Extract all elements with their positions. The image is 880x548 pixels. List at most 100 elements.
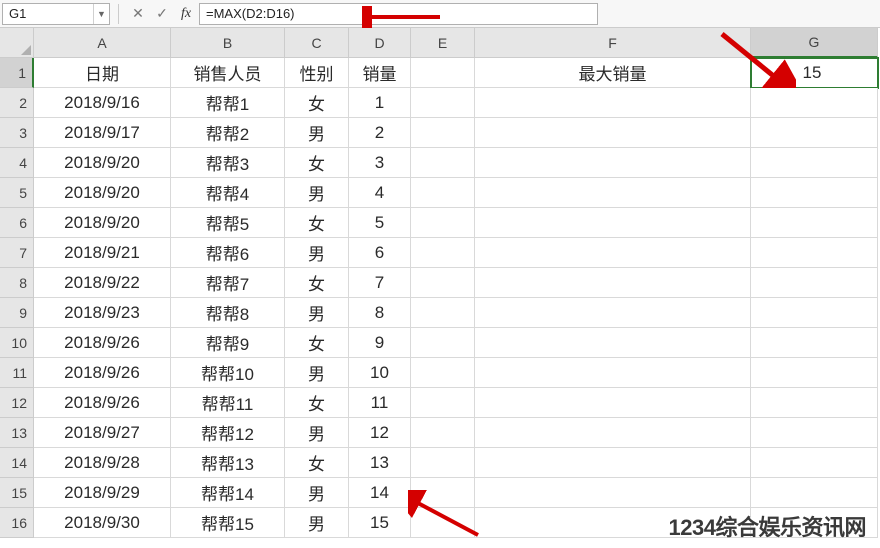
- cell[interactable]: 帮帮11: [171, 388, 285, 418]
- cell[interactable]: [411, 358, 475, 388]
- cell[interactable]: 帮帮12: [171, 418, 285, 448]
- row-header[interactable]: 7: [0, 238, 34, 268]
- cell[interactable]: 女: [285, 268, 349, 298]
- cell[interactable]: 4: [349, 178, 411, 208]
- column-header[interactable]: E: [411, 28, 475, 58]
- cell[interactable]: 2018/9/23: [34, 298, 171, 328]
- cell[interactable]: [475, 208, 751, 238]
- cell[interactable]: 最大销量: [475, 58, 751, 88]
- enter-icon[interactable]: ✓: [151, 3, 173, 25]
- row-header[interactable]: 9: [0, 298, 34, 328]
- row-header[interactable]: 16: [0, 508, 34, 538]
- cell[interactable]: 帮帮2: [171, 118, 285, 148]
- cell[interactable]: [751, 448, 878, 478]
- cell[interactable]: 1: [349, 88, 411, 118]
- cell[interactable]: [751, 298, 878, 328]
- cell[interactable]: 9: [349, 328, 411, 358]
- cell[interactable]: [751, 358, 878, 388]
- row-header[interactable]: 13: [0, 418, 34, 448]
- cell[interactable]: [411, 178, 475, 208]
- cell[interactable]: [751, 388, 878, 418]
- cell[interactable]: [411, 208, 475, 238]
- cell[interactable]: [411, 268, 475, 298]
- cell[interactable]: 2018/9/26: [34, 328, 171, 358]
- cell[interactable]: 帮帮8: [171, 298, 285, 328]
- row-header[interactable]: 2: [0, 88, 34, 118]
- cell[interactable]: [475, 328, 751, 358]
- cell[interactable]: 性别: [285, 58, 349, 88]
- cell[interactable]: [475, 148, 751, 178]
- cell[interactable]: [411, 418, 475, 448]
- cell[interactable]: [751, 148, 878, 178]
- cell[interactable]: 帮帮10: [171, 358, 285, 388]
- cell[interactable]: 男: [285, 418, 349, 448]
- cell[interactable]: 14: [349, 478, 411, 508]
- cell[interactable]: 日期: [34, 58, 171, 88]
- cell[interactable]: [475, 118, 751, 148]
- cell[interactable]: [751, 118, 878, 148]
- chevron-down-icon[interactable]: ▼: [93, 4, 109, 24]
- cell[interactable]: [475, 478, 751, 508]
- row-header[interactable]: 10: [0, 328, 34, 358]
- cell[interactable]: 12: [349, 418, 411, 448]
- cell[interactable]: 2018/9/28: [34, 448, 171, 478]
- cell[interactable]: 帮帮7: [171, 268, 285, 298]
- cell[interactable]: [475, 298, 751, 328]
- cell[interactable]: [475, 268, 751, 298]
- cell[interactable]: 15: [349, 508, 411, 538]
- cell[interactable]: 男: [285, 178, 349, 208]
- selected-cell[interactable]: 15: [751, 58, 878, 88]
- column-header[interactable]: G: [751, 28, 878, 58]
- cell[interactable]: [411, 238, 475, 268]
- cell[interactable]: [751, 418, 878, 448]
- formula-input[interactable]: =MAX(D2:D16): [199, 3, 598, 25]
- cell[interactable]: 男: [285, 358, 349, 388]
- cell[interactable]: [411, 478, 475, 508]
- cell[interactable]: 7: [349, 268, 411, 298]
- cell[interactable]: [475, 178, 751, 208]
- column-header[interactable]: A: [34, 28, 171, 58]
- cell[interactable]: 女: [285, 448, 349, 478]
- cell[interactable]: 8: [349, 298, 411, 328]
- cell[interactable]: 13: [349, 448, 411, 478]
- cell[interactable]: 女: [285, 88, 349, 118]
- cell[interactable]: [475, 238, 751, 268]
- cell[interactable]: [411, 388, 475, 418]
- row-header[interactable]: 3: [0, 118, 34, 148]
- row-header[interactable]: 11: [0, 358, 34, 388]
- cell[interactable]: [475, 358, 751, 388]
- cell[interactable]: [751, 478, 878, 508]
- cell[interactable]: [411, 508, 475, 538]
- cell[interactable]: 2018/9/16: [34, 88, 171, 118]
- cell[interactable]: [411, 88, 475, 118]
- cell[interactable]: [411, 118, 475, 148]
- cell[interactable]: 2018/9/30: [34, 508, 171, 538]
- row-header[interactable]: 14: [0, 448, 34, 478]
- cell[interactable]: 帮帮14: [171, 478, 285, 508]
- cell[interactable]: 帮帮3: [171, 148, 285, 178]
- cell[interactable]: 2018/9/26: [34, 358, 171, 388]
- cell[interactable]: 帮帮1: [171, 88, 285, 118]
- cell[interactable]: 帮帮15: [171, 508, 285, 538]
- cell[interactable]: [411, 328, 475, 358]
- spreadsheet-grid[interactable]: ABCDEFG1日期销售人员性别销量最大销量1522018/9/16帮帮1女13…: [0, 28, 880, 538]
- row-header[interactable]: 4: [0, 148, 34, 178]
- cell[interactable]: 帮帮4: [171, 178, 285, 208]
- cell[interactable]: [475, 448, 751, 478]
- cell[interactable]: 2018/9/20: [34, 208, 171, 238]
- cell[interactable]: [411, 448, 475, 478]
- cell[interactable]: 销售人员: [171, 58, 285, 88]
- row-header[interactable]: 5: [0, 178, 34, 208]
- cell[interactable]: [751, 208, 878, 238]
- cell[interactable]: 11: [349, 388, 411, 418]
- row-header[interactable]: 15: [0, 478, 34, 508]
- cell[interactable]: 女: [285, 328, 349, 358]
- column-header[interactable]: D: [349, 28, 411, 58]
- cell[interactable]: 3: [349, 148, 411, 178]
- cell[interactable]: 男: [285, 478, 349, 508]
- select-all-button[interactable]: [0, 28, 34, 58]
- column-header[interactable]: C: [285, 28, 349, 58]
- row-header[interactable]: 8: [0, 268, 34, 298]
- cell[interactable]: 2: [349, 118, 411, 148]
- fx-icon[interactable]: fx: [175, 3, 197, 25]
